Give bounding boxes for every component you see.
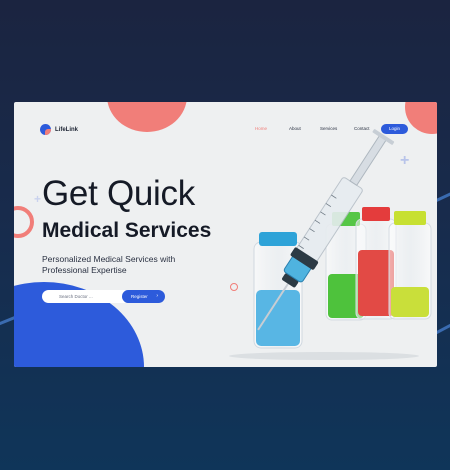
hero-title-line2: Medical Services bbox=[42, 219, 212, 242]
decor-coral-circle bbox=[107, 102, 187, 132]
decor-coral-ring bbox=[14, 206, 34, 238]
hero-title-line1: Get Quick bbox=[42, 174, 195, 213]
vials-syringe-illustration bbox=[229, 129, 432, 360]
brand-logo[interactable]: LifeLink bbox=[40, 124, 78, 135]
register-button[interactable]: Register › bbox=[122, 290, 165, 303]
register-label: Register bbox=[131, 294, 148, 299]
decor-plus-icon: + bbox=[34, 192, 42, 206]
yellow-vial bbox=[388, 211, 432, 320]
brand-name: LifeLink bbox=[55, 126, 79, 133]
chevron-right-icon: › bbox=[156, 293, 158, 299]
hero-subtitle: Personalized Medical Services with Profe… bbox=[42, 254, 176, 275]
search-doctor-input[interactable] bbox=[42, 290, 130, 303]
landing-page-frame: + + LifeLink Home About Services Contact… bbox=[14, 102, 437, 367]
heart-pulse-icon bbox=[40, 124, 51, 135]
